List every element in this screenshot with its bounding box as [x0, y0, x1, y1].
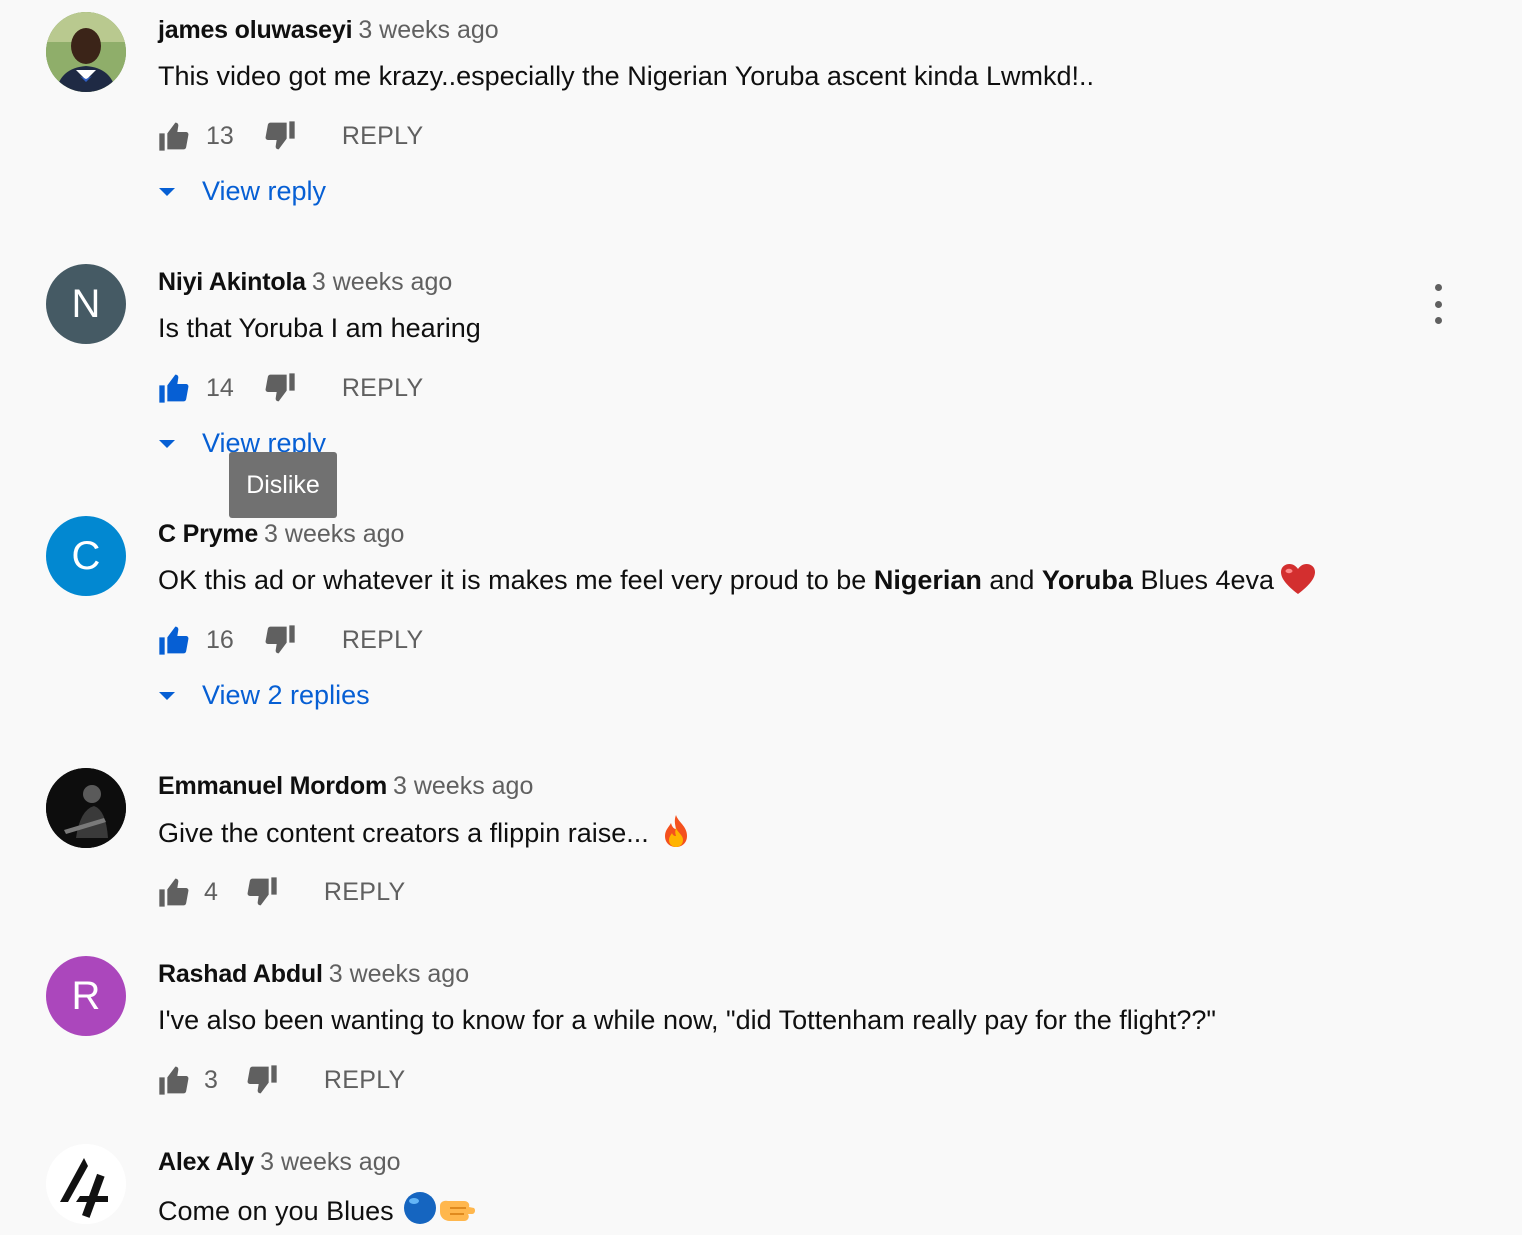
- comment-header: Rashad Abdul 3 weeks ago: [158, 956, 469, 992]
- author-name[interactable]: Niyi Akintola: [158, 268, 306, 296]
- reply-button[interactable]: REPLY: [324, 1066, 406, 1095]
- like-count: 3: [204, 1065, 218, 1094]
- avatar[interactable]: [46, 12, 126, 92]
- comment-text: This video got me krazy..especially the …: [158, 61, 1094, 91]
- comment-text: Come on you Blues: [158, 1190, 476, 1235]
- comment-actions: 4 REPLY: [158, 870, 406, 914]
- thumbs-down-icon: [265, 121, 295, 150]
- comment-header: Emmanuel Mordom 3 weeks ago: [158, 768, 533, 804]
- avatar[interactable]: [46, 1144, 126, 1224]
- comment-time[interactable]: 3 weeks ago: [264, 520, 404, 548]
- thumbs-down-icon: [247, 877, 277, 906]
- like-count: 4: [204, 877, 218, 906]
- comment-text: Is that Yoruba I am hearing: [158, 313, 481, 343]
- author-name[interactable]: Alex Aly: [158, 1148, 254, 1176]
- comment-time[interactable]: 3 weeks ago: [329, 960, 469, 988]
- comment-time[interactable]: 3 weeks ago: [312, 268, 452, 296]
- author-name[interactable]: Emmanuel Mordom: [158, 772, 387, 800]
- reply-button[interactable]: REPLY: [342, 374, 424, 403]
- author-name[interactable]: C Pryme: [158, 520, 258, 548]
- author-name[interactable]: james oluwaseyi: [158, 16, 353, 44]
- like-button[interactable]: [158, 1064, 190, 1096]
- text-bold: Nigerian: [873, 565, 982, 595]
- view-replies-label: View 2 replies: [202, 680, 370, 710]
- comment-text: OK this ad or whatever it is makes me fe…: [158, 562, 1316, 604]
- caret-down-icon: [159, 439, 175, 448]
- like-button[interactable]: [158, 372, 190, 404]
- dislike-button[interactable]: [264, 120, 296, 152]
- avatar[interactable]: [46, 768, 126, 848]
- avatar-photo: [46, 12, 126, 92]
- dislike-tooltip: Dislike: [229, 452, 337, 518]
- thumbs-up-icon: [159, 374, 189, 403]
- blue-circle-icon: [402, 1190, 438, 1235]
- like-button[interactable]: [158, 876, 190, 908]
- comment-header: james oluwaseyi 3 weeks ago: [158, 12, 499, 48]
- avatar-photo: [46, 768, 126, 848]
- comment-actions: 16 REPLY: [158, 618, 423, 662]
- thumbs-down-icon: [247, 1065, 277, 1094]
- view-replies-label: View reply: [202, 176, 327, 206]
- avatar-logo: [46, 1144, 126, 1224]
- dislike-button[interactable]: [246, 876, 278, 908]
- thumbs-down-icon: [265, 373, 295, 402]
- thumbs-up-icon: [159, 626, 189, 655]
- comment-actions: 3 REPLY: [158, 1058, 406, 1102]
- text-part: and: [981, 565, 1042, 595]
- comment-header: Niyi Akintola 3 weeks ago: [158, 264, 452, 300]
- like-button[interactable]: [158, 624, 190, 656]
- text-bold: Yoruba: [1041, 565, 1133, 595]
- avatar-letter: N: [71, 281, 101, 326]
- comment-time[interactable]: 3 weeks ago: [358, 16, 498, 44]
- thumbs-up-icon: [159, 122, 189, 151]
- caret-down-icon: [159, 187, 175, 196]
- thumbs-up-icon: [159, 1066, 189, 1095]
- like-count: 14: [206, 373, 234, 402]
- dislike-button[interactable]: [264, 624, 296, 656]
- comment-actions: 14 REPLY: [158, 366, 423, 410]
- text-part: Give the content creators a flippin rais…: [158, 818, 649, 848]
- comment-actions: 13 REPLY: [158, 114, 423, 158]
- more-actions-icon[interactable]: [1424, 284, 1452, 324]
- text-part: OK this ad or whatever it is makes me fe…: [158, 565, 874, 595]
- view-replies-button[interactable]: View 2 replies: [158, 680, 370, 711]
- text-part: Blues 4eva: [1132, 565, 1275, 595]
- author-name[interactable]: Rashad Abdul: [158, 960, 323, 988]
- comment-text: I've also been wanting to know for a whi…: [158, 1005, 1216, 1035]
- avatar-letter: C: [71, 533, 101, 578]
- avatar[interactable]: N: [46, 264, 126, 344]
- reply-button[interactable]: REPLY: [342, 626, 424, 655]
- fist-icon: [438, 1196, 476, 1235]
- like-button[interactable]: [158, 120, 190, 152]
- reply-button[interactable]: REPLY: [324, 878, 406, 907]
- caret-down-icon: [159, 691, 175, 700]
- text-part: Come on you Blues: [158, 1196, 394, 1226]
- comment-header: Alex Aly 3 weeks ago: [158, 1144, 401, 1180]
- like-count: 13: [206, 121, 234, 150]
- reply-button[interactable]: REPLY: [342, 122, 424, 151]
- avatar[interactable]: R: [46, 956, 126, 1036]
- red-heart-icon: [1280, 563, 1316, 604]
- comment-header: C Pryme 3 weeks ago: [158, 516, 404, 552]
- view-replies-button[interactable]: View reply: [158, 176, 326, 207]
- dislike-button[interactable]: [246, 1064, 278, 1096]
- avatar-letter: R: [71, 973, 101, 1018]
- comment-time[interactable]: 3 weeks ago: [260, 1148, 400, 1176]
- thumbs-down-icon: [265, 625, 295, 654]
- avatar[interactable]: C: [46, 516, 126, 596]
- dislike-button[interactable]: [264, 372, 296, 404]
- comment-text: Give the content creators a flippin rais…: [158, 814, 691, 857]
- fire-icon: [661, 814, 691, 857]
- like-count: 16: [206, 625, 234, 654]
- comment-time[interactable]: 3 weeks ago: [393, 772, 533, 800]
- thumbs-up-icon: [159, 878, 189, 907]
